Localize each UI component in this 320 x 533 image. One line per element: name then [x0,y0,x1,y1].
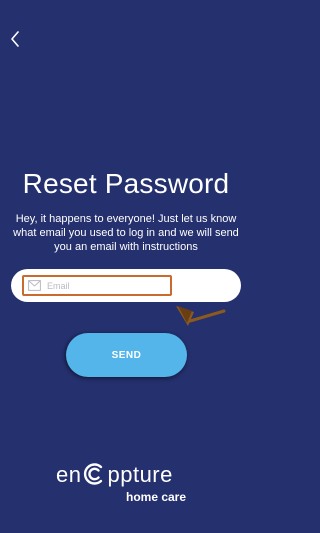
logo-mark-icon [84,463,103,485]
email-field[interactable] [22,275,172,296]
logo-prefix: en [56,462,82,487]
back-button[interactable] [6,28,24,50]
logo-tagline: home care [126,490,187,504]
page-title: Reset Password [22,168,230,199]
mail-icon [28,280,41,291]
logo-suffix: ppture [107,462,173,487]
instructions-text: Hey, it happens to everyone! Just let us… [13,213,239,253]
annotation-arrow-icon [176,306,226,326]
send-button[interactable]: SEND [66,333,187,377]
chevron-left-icon [11,31,19,47]
email-input[interactable] [47,280,157,291]
encappture-logo: en ppture home care [56,458,196,506]
reset-password-screen: Reset Password Hey, it happens to everyo… [0,0,252,533]
